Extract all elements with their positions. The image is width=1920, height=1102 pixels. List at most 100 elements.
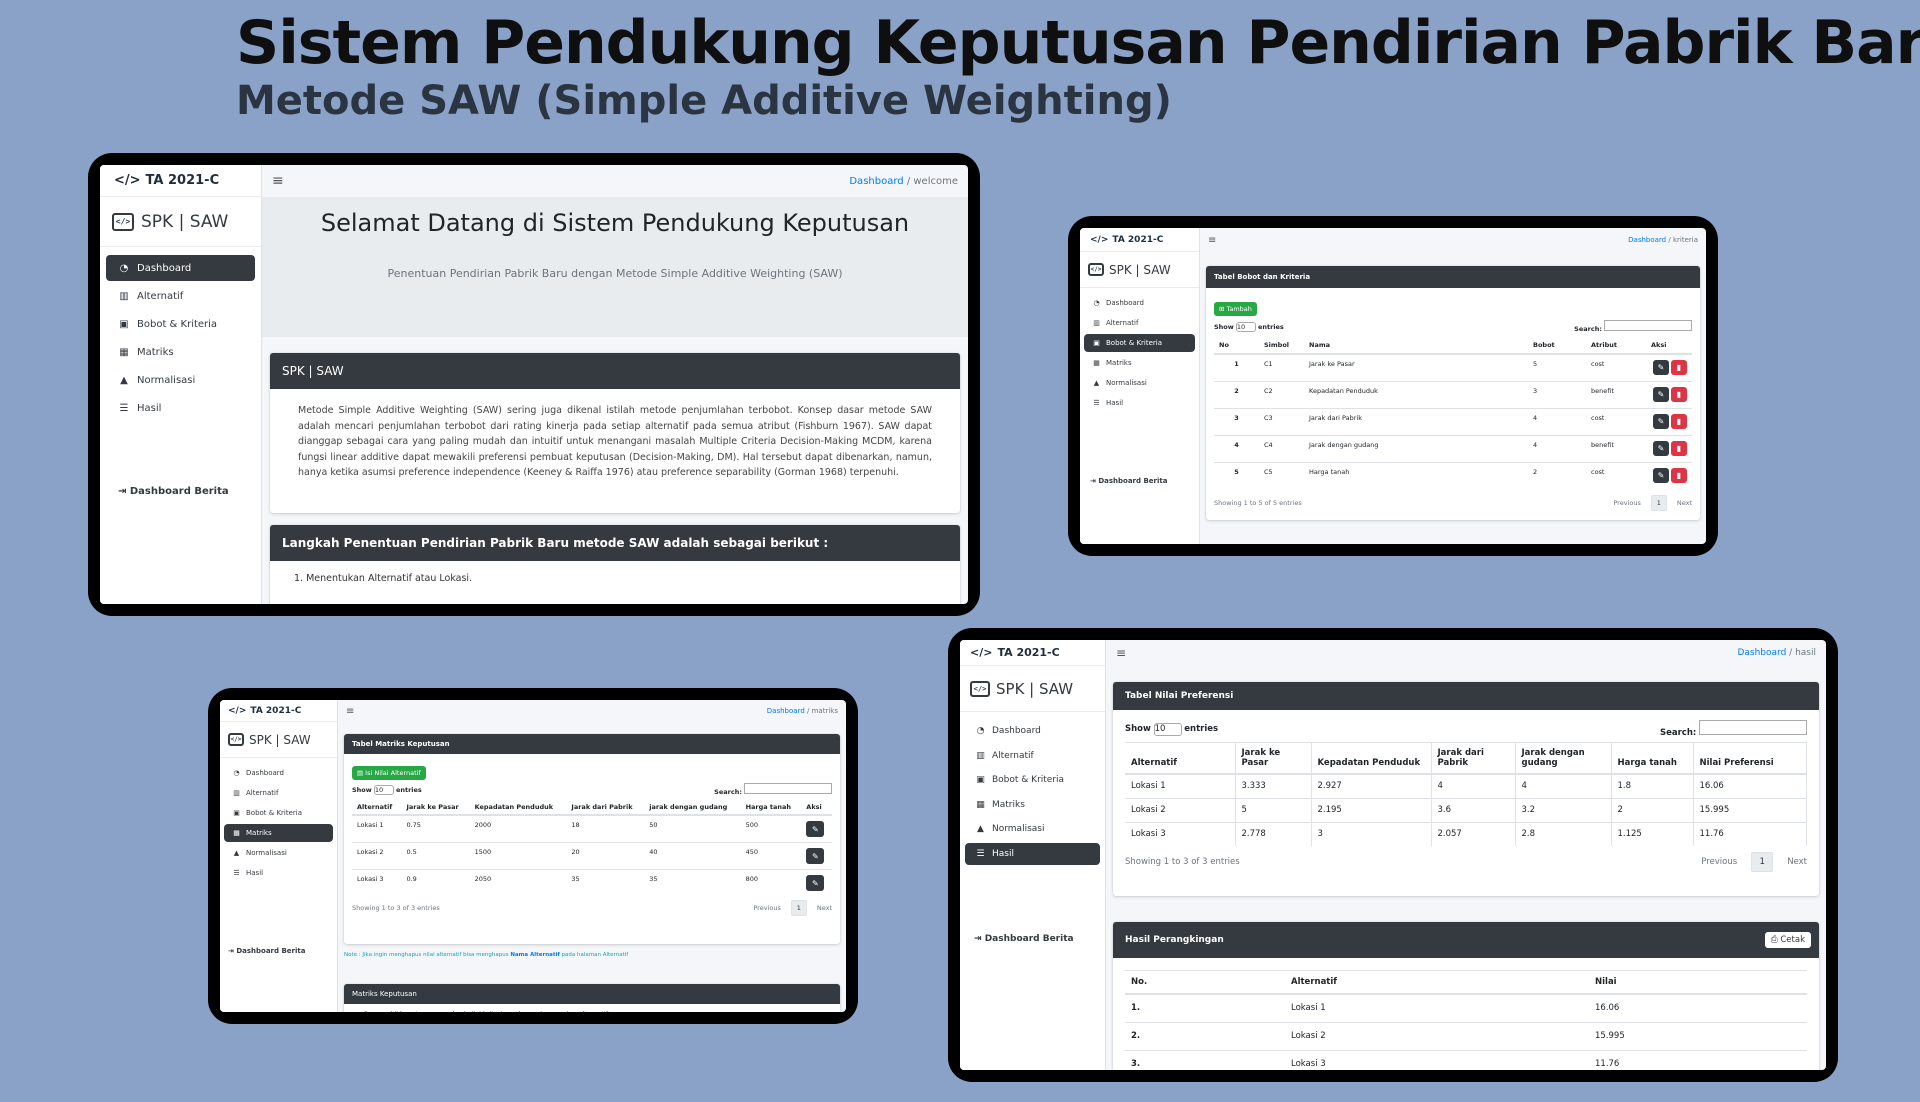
entries-label: entries <box>1184 723 1219 734</box>
entries-select[interactable]: 10 <box>1235 321 1256 332</box>
breadcrumb-dashboard[interactable]: Dashboard <box>1737 648 1786 658</box>
brand[interactable]: </> TA 2021-C <box>220 700 337 722</box>
jumbotron: Selamat Datang di Sistem Pendukung Keput… <box>262 197 968 337</box>
steps-card: Langkah Penentuan Pendirian Pabrik Baru … <box>270 525 960 604</box>
cell: Lokasi 1 <box>352 814 402 843</box>
page-button[interactable]: 1 <box>790 900 807 916</box>
fill-alternatif-button[interactable]: ▤ Isi Nilai Alternatif <box>352 766 426 780</box>
cell: 35 <box>566 869 645 896</box>
sidebar-item-label: Dashboard <box>1106 299 1144 307</box>
menu-icon[interactable]: ≡ <box>1208 235 1216 246</box>
brand[interactable]: </> TA 2021-C <box>1080 228 1199 252</box>
dashboard-berita-link[interactable]: ⇥ Dashboard Berita <box>228 947 305 955</box>
next-button[interactable]: Next <box>817 904 832 912</box>
sidebar-item-hasil[interactable]: ☰ Hasil <box>224 864 333 882</box>
table-row: Lokasi 2 5 2.195 3.6 3.2 2 15.995 <box>1125 797 1807 822</box>
sidebar-item-dashboard[interactable]: ◔ Dashboard <box>965 720 1100 742</box>
sidebar-item-hasil[interactable]: ☰ Hasil <box>106 395 255 421</box>
dashboard-berita-link[interactable]: ⇥ Dashboard Berita <box>1090 477 1167 485</box>
prev-button[interactable]: Previous <box>753 904 780 912</box>
sidebar-item-normalisasi[interactable]: ▲ Normalisasi <box>965 818 1100 840</box>
dashboard-berita-link[interactable]: ⇥ Dashboard Berita <box>974 934 1074 944</box>
delete-button[interactable]: ▮ <box>1671 467 1687 483</box>
sidebar-item-dashboard[interactable]: ◔ Dashboard <box>224 764 333 782</box>
delete-button[interactable]: ▮ <box>1671 413 1687 429</box>
app-logo[interactable]: </> SPK | SAW <box>100 197 261 247</box>
next-button[interactable]: Next <box>1677 499 1692 507</box>
app-logo[interactable]: </> SPK | SAW <box>1080 252 1199 288</box>
breadcrumb-dashboard[interactable]: Dashboard <box>1628 236 1666 244</box>
device-frame-kriteria: </> TA 2021-C </> SPK | SAW ◔ Dashboard ▥ Al… <box>1068 216 1718 556</box>
edit-button[interactable]: ✎ <box>1653 386 1669 402</box>
edit-button[interactable]: ✎ <box>1653 467 1669 483</box>
sidebar-item-hasil[interactable]: ☰ Hasil <box>965 842 1100 865</box>
brand[interactable]: </> TA 2021-C <box>960 640 1105 666</box>
sidebar-item-dashboard[interactable]: ◔ Dashboard <box>1084 294 1195 312</box>
matriks-table: Alternatif Jarak ke Pasar Kepadatan Pend… <box>352 800 832 896</box>
next-button[interactable]: Next <box>1787 857 1807 867</box>
page-button[interactable]: 1 <box>1650 495 1667 511</box>
sidebar-item-bobot[interactable]: ▣ Bobot & Kriteria <box>106 311 255 337</box>
breadcrumb-dashboard[interactable]: Dashboard <box>767 707 805 715</box>
code-icon: </> <box>970 646 993 659</box>
delete-button[interactable]: ▮ <box>1671 386 1687 402</box>
sidebar-item-bobot[interactable]: ▣ Bobot & Kriteria <box>965 769 1100 791</box>
search-input[interactable] <box>1604 320 1692 331</box>
card-header: Tabel Nilai Preferensi <box>1113 682 1819 710</box>
sidebar-item-label: Matriks <box>1106 359 1132 367</box>
sidebar-item-alternatif[interactable]: ▥ Alternatif <box>1084 314 1195 332</box>
sidebar-item-normalisasi[interactable]: ▲ Normalisasi <box>224 844 333 862</box>
app-logo[interactable]: </> SPK | SAW <box>960 666 1105 712</box>
print-button[interactable]: ⎙ Cetak <box>1764 932 1811 948</box>
browser-code-icon: </> <box>112 212 134 231</box>
breadcrumb-dashboard[interactable]: Dashboard <box>849 176 903 187</box>
sidebar-item-matriks[interactable]: ▦ Matriks <box>965 794 1100 816</box>
menu-icon[interactable]: ≡ <box>1116 646 1126 660</box>
sidebar-item-alternatif[interactable]: ▥ Alternatif <box>965 745 1100 767</box>
edit-button[interactable]: ✎ <box>806 875 825 891</box>
sidebar-item-alternatif[interactable]: ▥ Alternatif <box>224 784 333 802</box>
actions-cell: ✎ <box>801 842 832 870</box>
note-link[interactable]: Nama Alternatif <box>510 952 559 958</box>
sidebar-item-matriks[interactable]: ▦ Matriks <box>106 339 255 365</box>
menu-icon[interactable]: ≡ <box>346 706 354 717</box>
col-header: Atribut <box>1586 337 1646 355</box>
table-info: Showing 1 to 5 of 5 entries <box>1214 499 1302 507</box>
col-header: jarak dengan gudang <box>644 800 741 816</box>
sidebar-item-bobot[interactable]: ▣ Bobot & Kriteria <box>1084 334 1195 352</box>
prev-button[interactable]: Previous <box>1701 857 1737 867</box>
cell: Jarak dengan gudang <box>1304 434 1528 462</box>
dashboard-berita-link[interactable]: ⇥ Dashboard Berita <box>118 486 229 497</box>
sidebar-item-bobot[interactable]: ▣ Bobot & Kriteria <box>224 804 333 822</box>
edit-button[interactable]: ✎ <box>806 848 825 864</box>
sidebar-item-dashboard[interactable]: ◔ Dashboard <box>106 255 255 281</box>
add-kriteria-button[interactable]: ⊞ Tambah <box>1214 302 1257 316</box>
sidebar-item-matriks[interactable]: ▦ Matriks <box>224 824 333 842</box>
cell: 3 <box>1528 380 1586 408</box>
sidebar-item-matriks[interactable]: ▦ Matriks <box>1084 354 1195 372</box>
edit-button[interactable]: ✎ <box>1653 360 1669 375</box>
sidebar-item-alternatif[interactable]: ▥ Alternatif <box>106 283 255 309</box>
sidebar-item-hasil[interactable]: ☰ Hasil <box>1084 394 1195 412</box>
delete-button[interactable]: ▮ <box>1671 440 1687 456</box>
sidebar-item-normalisasi[interactable]: ▲ Normalisasi <box>106 367 255 393</box>
prev-button[interactable]: Previous <box>1613 499 1640 507</box>
menu-icon[interactable]: ≡ <box>272 173 284 189</box>
cell: Lokasi 1 <box>1125 773 1236 798</box>
sidebar-nav: ◔ Dashboard ▥ Alternatif ▣ Bobot & Kriteria… <box>100 247 261 421</box>
page-button[interactable]: 1 <box>1751 852 1774 872</box>
topbar: ≡ Dashboard / matriks <box>338 700 846 722</box>
delete-button[interactable]: ▮ <box>1671 360 1687 375</box>
app-logo[interactable]: </> SPK | SAW <box>220 722 337 758</box>
search-input[interactable] <box>744 783 832 794</box>
sidebar-item-normalisasi[interactable]: ▲ Normalisasi <box>1084 374 1195 392</box>
entries-select[interactable]: 10 <box>1153 722 1182 736</box>
brand[interactable]: </> TA 2021-C <box>100 165 261 197</box>
kriteria-card: Tabel Bobot dan Kriteria ⊞ Tambah Show 10… <box>1206 266 1700 520</box>
entries-select[interactable]: 10 <box>373 784 394 795</box>
search-input[interactable] <box>1699 720 1807 735</box>
edit-button[interactable]: ✎ <box>1653 413 1669 429</box>
edit-button[interactable]: ✎ <box>1653 440 1669 456</box>
edit-button[interactable]: ✎ <box>806 821 825 837</box>
length-control: Show 10 entries <box>352 784 422 795</box>
